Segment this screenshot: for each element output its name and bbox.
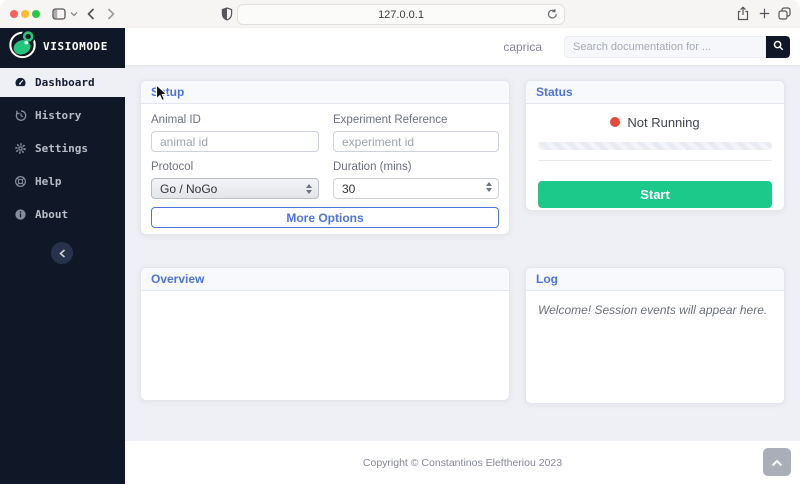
sidebar-item-label: Settings xyxy=(35,142,88,155)
setup-card-header: Setup xyxy=(141,81,509,104)
zoom-window-button[interactable] xyxy=(32,10,40,18)
chevron-up-icon xyxy=(771,455,783,470)
sidebar-collapse-button[interactable] xyxy=(51,242,73,264)
status-body: Not Running Start xyxy=(526,104,784,216)
back-icon[interactable] xyxy=(87,8,95,20)
sidebar-item-label: Help xyxy=(35,175,62,188)
app-window: 127.0.0.1 VIS xyxy=(0,0,800,484)
log-card-header: Log xyxy=(526,268,784,291)
gauge-icon xyxy=(14,76,27,89)
experiment-reference-label: Experiment Reference xyxy=(333,114,499,126)
overview-card-header: Overview xyxy=(141,268,509,291)
username[interactable]: caprica xyxy=(503,40,542,54)
status-indicator-dot xyxy=(610,117,620,127)
log-welcome-message: Welcome! Session events will appear here… xyxy=(526,291,784,329)
sidebar-item-settings[interactable]: Settings xyxy=(0,134,125,163)
search-input[interactable] xyxy=(564,36,766,58)
url-text: 127.0.0.1 xyxy=(378,9,424,21)
status-card: Status Not Running Start xyxy=(525,80,785,211)
new-tab-icon[interactable] xyxy=(759,8,770,19)
share-icon[interactable] xyxy=(737,6,749,21)
protocol-label: Protocol xyxy=(151,161,319,173)
info-icon xyxy=(14,208,27,221)
sidebar-item-label: Dashboard xyxy=(35,76,95,89)
dashboard-content: Setup Animal ID Experiment Reference Pro… xyxy=(125,65,800,441)
protocol-selected-value: Go / NoGo xyxy=(160,182,306,196)
start-button[interactable]: Start xyxy=(538,181,772,208)
topbar: caprica xyxy=(125,28,800,65)
browser-toolbar: 127.0.0.1 xyxy=(0,0,800,29)
copyright-text: Copyright © Constantinos Eleftheriou 202… xyxy=(363,457,562,469)
log-card: Log Welcome! Session events will appear … xyxy=(525,267,785,404)
chevron-down-icon[interactable] xyxy=(70,11,78,17)
duration-stepper[interactable] xyxy=(333,178,499,199)
main-area: caprica Setup An xyxy=(125,28,800,484)
sidebar-item-help[interactable]: Help xyxy=(0,167,125,196)
status-title: Status xyxy=(536,85,573,99)
status-state-text: Not Running xyxy=(627,115,699,130)
experiment-reference-field[interactable] xyxy=(333,131,499,152)
setup-card: Setup Animal ID Experiment Reference Pro… xyxy=(140,80,510,235)
search-bar xyxy=(564,36,790,58)
sidebar-item-dashboard[interactable]: Dashboard xyxy=(0,68,125,97)
more-options-button[interactable]: More Options xyxy=(151,207,499,228)
address-bar[interactable]: 127.0.0.1 xyxy=(237,4,565,25)
sidebar: VISIOMODE Dashboard History Settings xyxy=(0,28,125,484)
session-progress-bar xyxy=(538,142,772,150)
protocol-select[interactable]: Go / NoGo xyxy=(151,178,319,199)
setup-title: Setup xyxy=(151,85,184,99)
sidebar-nav: Dashboard History Settings Help xyxy=(0,68,125,229)
select-arrows-icon xyxy=(306,184,312,194)
search-button[interactable] xyxy=(766,36,790,58)
life-ring-icon xyxy=(14,175,27,188)
sidebar-toggle-icon[interactable] xyxy=(52,8,66,20)
overview-title: Overview xyxy=(151,272,204,286)
status-card-header: Status xyxy=(526,81,784,104)
setup-form: Animal ID Experiment Reference Protocol … xyxy=(141,104,509,236)
footer: Copyright © Constantinos Eleftheriou 202… xyxy=(125,441,800,484)
sidebar-item-about[interactable]: About xyxy=(0,200,125,229)
forward-icon[interactable] xyxy=(107,8,115,20)
gear-icon xyxy=(14,142,27,155)
duration-label: Duration (mins) xyxy=(333,161,499,173)
visiomode-logo-icon xyxy=(8,29,38,64)
minimize-window-button[interactable] xyxy=(21,10,29,18)
animal-id-label: Animal ID xyxy=(151,114,319,126)
privacy-shield-icon[interactable] xyxy=(221,7,233,21)
chevron-left-icon xyxy=(59,246,66,261)
overview-body xyxy=(141,291,509,307)
sidebar-item-history[interactable]: History xyxy=(0,101,125,130)
divider xyxy=(538,160,772,161)
brand-title: VISIOMODE xyxy=(43,40,108,53)
reload-icon[interactable] xyxy=(547,8,558,23)
overview-card: Overview xyxy=(140,267,510,401)
history-icon xyxy=(14,109,27,122)
sidebar-item-label: About xyxy=(35,208,68,221)
tab-overview-icon[interactable] xyxy=(778,7,791,20)
sidebar-item-label: History xyxy=(35,109,81,122)
animal-id-field[interactable] xyxy=(151,131,319,152)
scroll-to-top-button[interactable] xyxy=(763,448,791,476)
brand[interactable]: VISIOMODE xyxy=(0,28,125,65)
search-icon xyxy=(773,39,784,54)
spinner-arrows-icon[interactable] xyxy=(486,182,492,192)
log-title: Log xyxy=(536,272,558,286)
close-window-button[interactable] xyxy=(10,10,18,18)
